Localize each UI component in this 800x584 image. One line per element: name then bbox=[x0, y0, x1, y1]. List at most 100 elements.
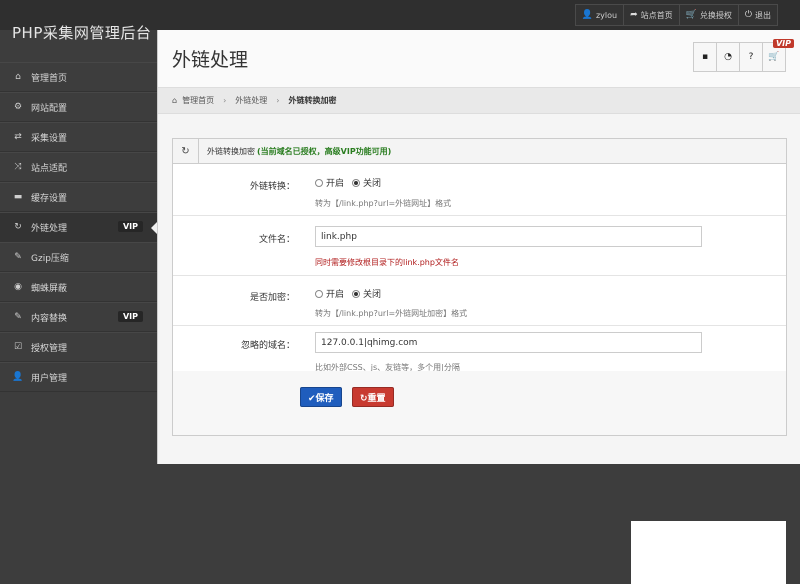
cart-icon: 🛒 bbox=[685, 10, 697, 20]
box-title: 外链转换加密 bbox=[207, 146, 255, 156]
row-filename: 文件名： 同时需要修改根目录下的link.php文件名 bbox=[173, 216, 786, 276]
convert-label: 外链转换： bbox=[249, 182, 295, 192]
refresh-icon: ↻ bbox=[14, 222, 22, 232]
logout-label: 退出 bbox=[755, 10, 771, 20]
sidebar-item-label: 用户管理 bbox=[31, 373, 68, 384]
breadcrumb: ⌂ 管理首页 › 外链处理 › 外链转换加密 bbox=[158, 88, 800, 114]
top-links: 👤 zylou ➦ 站点首页 🛒 兑换授权 ⏻ 退出 bbox=[574, 4, 778, 26]
home-icon: ⌂ bbox=[172, 96, 178, 105]
encrypt-off-option[interactable]: 关闭 bbox=[352, 287, 381, 300]
eye-icon: ◉ bbox=[14, 282, 22, 292]
shuffle-icon: ⤨ bbox=[14, 162, 22, 172]
sidebar: ⌂ 管理首页 ⚙ 网站配置 ⇄ 采集设置 ⤨ 站点适配 ▬ 缓存设置 ↻ 外链处理 VIP ✎… bbox=[0, 62, 157, 392]
help-button[interactable]: ? bbox=[739, 42, 763, 72]
sidebar-item-label: 外链处理 bbox=[31, 223, 68, 234]
user-link[interactable]: 👤 zylou bbox=[574, 4, 625, 26]
encrypt-off-label: 关闭 bbox=[363, 290, 382, 300]
redeem-link[interactable]: 🛒 兑换授权 bbox=[678, 4, 739, 26]
home-icon: ⌂ bbox=[15, 72, 21, 82]
sidebar-item-home[interactable]: ⌂ 管理首页 bbox=[0, 62, 157, 92]
encrypt-off-radio[interactable] bbox=[352, 289, 361, 298]
breadcrumb-outlink[interactable]: 外链处理 bbox=[235, 95, 267, 106]
sidebar-item-license[interactable]: ☑ 授权管理 bbox=[0, 332, 157, 362]
sidebar-item-cache[interactable]: ▬ 缓存设置 bbox=[0, 182, 157, 212]
convert-on-option[interactable]: 开启 bbox=[315, 176, 344, 189]
chevron-right-icon: › bbox=[276, 96, 280, 105]
box-header: ↻ 外链转换加密 (当前域名已授权，高级VIP功能可用) bbox=[173, 138, 786, 164]
sidebar-item-label: 缓存设置 bbox=[31, 193, 68, 204]
breadcrumb-home[interactable]: 管理首页 bbox=[182, 95, 214, 106]
sidebar-item-gzip[interactable]: ✎ Gzip压缩 bbox=[0, 242, 157, 272]
encrypt-help: 转为【/link.php?url=外链网址加密】格式 bbox=[315, 309, 468, 318]
sidebar-item-site-config[interactable]: ⚙ 网站配置 bbox=[0, 92, 157, 122]
convert-off-label: 关闭 bbox=[363, 179, 382, 189]
breadcrumb-current: 外链转换加密 bbox=[288, 96, 337, 105]
encrypt-on-label: 开启 bbox=[326, 290, 345, 300]
site-home-link[interactable]: ➦ 站点首页 bbox=[623, 4, 680, 26]
sidebar-item-replace[interactable]: ✎ 内容替换 VIP bbox=[0, 302, 157, 332]
sidebar-item-collect[interactable]: ⇄ 采集设置 bbox=[0, 122, 157, 152]
user-icon: 👤 bbox=[581, 10, 593, 20]
folder-icon: ▬ bbox=[13, 192, 23, 202]
share-icon: ➦ bbox=[630, 10, 638, 20]
encrypt-on-radio[interactable] bbox=[315, 289, 323, 298]
redeem-label: 兑换授权 bbox=[699, 10, 732, 20]
encrypt-on-option[interactable]: 开启 bbox=[315, 287, 344, 300]
clock-icon: ◔ bbox=[724, 52, 732, 62]
filename-input[interactable] bbox=[315, 226, 702, 247]
retweet-icon: ⇄ bbox=[14, 132, 22, 142]
sidebar-item-label: 采集设置 bbox=[31, 133, 68, 144]
reset-button[interactable]: ↻重置 bbox=[352, 387, 394, 407]
convert-on-label: 开启 bbox=[326, 179, 345, 189]
sidebar-item-label: 网站配置 bbox=[31, 103, 68, 114]
user-icon: 👤 bbox=[12, 372, 24, 382]
convert-radio-group: 开启 关闭 bbox=[315, 176, 389, 189]
comment-button[interactable]: ▪ bbox=[693, 42, 717, 72]
power-icon: ⏻ bbox=[744, 10, 752, 20]
comment-icon: ▪ bbox=[701, 52, 709, 62]
encrypt-label: 是否加密： bbox=[249, 293, 295, 303]
logout-link[interactable]: ⏻ 退出 bbox=[737, 4, 778, 26]
vip-badge: VIP bbox=[772, 39, 794, 48]
ignore-domains-input[interactable] bbox=[315, 332, 702, 353]
convert-off-radio[interactable] bbox=[352, 178, 361, 187]
vip-tag: VIP bbox=[117, 221, 143, 232]
convert-off-option[interactable]: 关闭 bbox=[352, 176, 381, 189]
clock-button[interactable]: ◔ bbox=[716, 42, 740, 72]
vip-tag: VIP bbox=[117, 311, 143, 322]
refresh-icon[interactable]: ↻ bbox=[173, 138, 199, 164]
brand-title: PHP采集网管理后台 bbox=[12, 24, 152, 42]
page-header: 外链处理 ▪ ◔ ? 🛒 VIP bbox=[158, 30, 800, 88]
sidebar-item-label: 管理首页 bbox=[31, 73, 68, 84]
sidebar-item-outlink[interactable]: ↻ 外链处理 VIP bbox=[0, 212, 157, 242]
settings-box: ↻ 外链转换加密 (当前域名已授权，高级VIP功能可用) 外链转换： 开启 关闭… bbox=[172, 138, 787, 436]
user-link-label: zylou bbox=[595, 10, 618, 20]
site-home-label: 站点首页 bbox=[640, 10, 673, 20]
sidebar-item-label: 站点适配 bbox=[31, 163, 68, 174]
sidebar-item-users[interactable]: 👤 用户管理 bbox=[0, 362, 157, 392]
cart-icon: 🛒 bbox=[768, 52, 780, 62]
row-ignore: 忽略的域名： 比如外部CSS、js、友链等，多个用|分隔 bbox=[173, 326, 786, 372]
gear-icon: ⚙ bbox=[13, 102, 23, 112]
sidebar-item-label: 蜘蛛屏蔽 bbox=[31, 283, 68, 294]
page-title: 外链处理 bbox=[172, 49, 249, 71]
convert-on-radio[interactable] bbox=[315, 178, 323, 187]
save-button[interactable]: ✔保存 bbox=[300, 387, 342, 407]
filename-help: 同时需要修改根目录下的link.php文件名 bbox=[315, 258, 459, 267]
chevron-right-icon: › bbox=[223, 96, 227, 105]
convert-help: 转为【/link.php?url=外链网址】格式 bbox=[315, 199, 452, 208]
encrypt-radio-group: 开启 关闭 bbox=[315, 287, 389, 300]
ignore-label: 忽略的域名： bbox=[240, 341, 295, 351]
row-convert: 外链转换： 开启 关闭 转为【/link.php?url=外链网址】格式 bbox=[173, 164, 786, 216]
sidebar-item-label: Gzip压缩 bbox=[31, 253, 69, 264]
row-encrypt: 是否加密： 开启 关闭 转为【/link.php?url=外链网址加密】格式 bbox=[173, 276, 786, 326]
form-actions: ✔保存 ↻重置 bbox=[173, 371, 786, 435]
main-panel: 外链处理 ▪ ◔ ? 🛒 VIP ⌂ 管理首页 › 外链处理 › 外链转换加密 … bbox=[157, 30, 800, 464]
question-icon: ? bbox=[748, 52, 754, 62]
sidebar-item-adapt[interactable]: ⤨ 站点适配 bbox=[0, 152, 157, 182]
check-icon: ☑ bbox=[13, 342, 23, 352]
license-note: (当前域名已授权，高级VIP功能可用) bbox=[257, 146, 392, 156]
blank-patch bbox=[631, 521, 786, 584]
sidebar-item-label: 授权管理 bbox=[31, 343, 68, 354]
sidebar-item-spider[interactable]: ◉ 蜘蛛屏蔽 bbox=[0, 272, 157, 302]
